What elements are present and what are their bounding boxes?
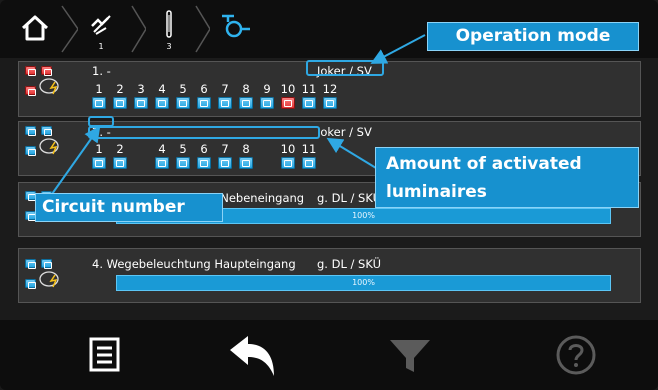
app-frame: 1 3 1. - Joker / SV 1 2 3 4 5 6 7 8 9 10…	[0, 0, 658, 390]
filter-button[interactable]	[385, 330, 435, 380]
circuit-number-callout: Circuit number	[35, 193, 223, 222]
amount-callout: Amount of activated luminaires	[375, 147, 639, 208]
help-icon	[556, 335, 596, 375]
list-button[interactable]	[80, 330, 130, 380]
filter-icon	[390, 340, 430, 372]
list-icon	[89, 337, 120, 372]
back-icon	[230, 336, 274, 376]
back-button[interactable]	[226, 330, 276, 380]
help-button[interactable]	[551, 330, 601, 380]
operation-mode-callout: Operation mode	[427, 22, 639, 51]
